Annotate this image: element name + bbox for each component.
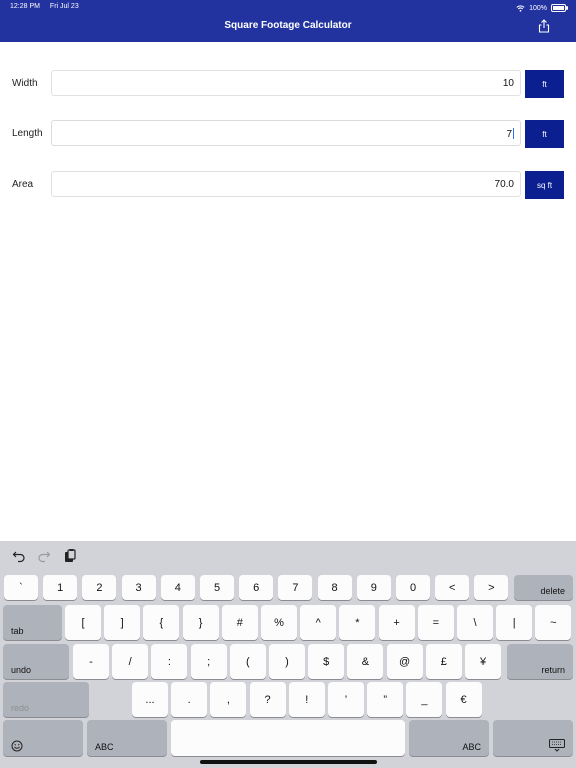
key[interactable]: £ bbox=[425, 644, 462, 679]
key[interactable]: \ bbox=[457, 605, 493, 640]
key[interactable]: ^ bbox=[300, 605, 337, 640]
key[interactable]: 8 bbox=[317, 575, 352, 600]
status-bar: 12:28 PM Fri Jul 23 100% bbox=[10, 3, 568, 13]
key[interactable]: 7 bbox=[278, 575, 313, 600]
length-value: 7 bbox=[506, 129, 512, 140]
width-unit-button[interactable]: ft bbox=[525, 70, 564, 98]
key[interactable]: ` bbox=[4, 575, 38, 600]
paste-icon[interactable] bbox=[63, 549, 77, 563]
key[interactable]: € bbox=[445, 682, 482, 717]
key[interactable]: : bbox=[151, 644, 188, 679]
key[interactable]: + bbox=[378, 605, 415, 640]
area-unit-button[interactable]: sq ft bbox=[525, 171, 564, 199]
abc-key-right[interactable]: ABC bbox=[409, 720, 489, 756]
length-label: Length bbox=[12, 128, 43, 139]
app-header: 12:28 PM Fri Jul 23 100% Square Footage … bbox=[0, 0, 576, 42]
key[interactable]: - bbox=[73, 644, 109, 679]
key[interactable]: ? bbox=[249, 682, 286, 717]
length-value-wrap: 7 bbox=[506, 128, 514, 140]
home-indicator bbox=[200, 760, 377, 764]
battery-percent: 100% bbox=[529, 4, 547, 12]
key[interactable]: ) bbox=[269, 644, 305, 679]
width-value: 10 bbox=[502, 78, 514, 89]
hide-keyboard-key[interactable] bbox=[493, 720, 573, 756]
emoji-icon bbox=[11, 740, 23, 752]
emoji-key[interactable] bbox=[3, 720, 83, 756]
key[interactable]: 0 bbox=[396, 575, 430, 600]
key[interactable]: ; bbox=[190, 644, 227, 679]
share-icon[interactable] bbox=[538, 19, 550, 33]
key[interactable]: 5 bbox=[200, 575, 234, 600]
redo-key[interactable]: redo bbox=[3, 682, 89, 717]
key[interactable]: ! bbox=[288, 682, 325, 717]
key[interactable]: 3 bbox=[121, 575, 156, 600]
width-label: Width bbox=[12, 78, 38, 89]
delete-key[interactable]: delete bbox=[514, 575, 573, 600]
status-time: 12:28 PM bbox=[10, 3, 40, 10]
key[interactable]: [ bbox=[65, 605, 101, 640]
key[interactable]: ~ bbox=[535, 605, 572, 640]
length-row: Length 7 ft bbox=[0, 120, 576, 148]
key[interactable]: # bbox=[221, 605, 258, 640]
key[interactable]: 9 bbox=[356, 575, 391, 600]
keyboard: ` 1 2 3 4 5 6 7 8 9 0 < > delete tab[]{} #% ^ * + = \ | ~ undo -… bbox=[0, 541, 576, 768]
key[interactable]: } bbox=[182, 605, 219, 640]
battery-icon bbox=[551, 4, 568, 12]
key[interactable]: . bbox=[171, 682, 208, 717]
keyboard-toolbar bbox=[0, 541, 576, 571]
key[interactable]: _ bbox=[406, 682, 443, 717]
length-input[interactable]: 7 bbox=[51, 120, 521, 146]
area-value: 70.0 bbox=[494, 179, 514, 190]
key[interactable]: > bbox=[474, 575, 509, 600]
key[interactable]: @ bbox=[386, 644, 423, 679]
key[interactable]: 1 bbox=[43, 575, 78, 600]
undo-key[interactable]: undo bbox=[3, 644, 69, 679]
key[interactable]: { bbox=[143, 605, 180, 640]
key[interactable]: | bbox=[496, 605, 533, 640]
width-input[interactable]: 10 bbox=[51, 70, 521, 96]
area-row: Area 70.0 sq ft bbox=[0, 171, 576, 199]
key[interactable]: ” bbox=[367, 682, 404, 717]
key[interactable]: ( bbox=[229, 644, 266, 679]
width-row: Width 10 ft bbox=[0, 70, 576, 98]
key[interactable]: * bbox=[339, 605, 376, 640]
key[interactable]: $ bbox=[308, 644, 345, 679]
key[interactable]: = bbox=[417, 605, 454, 640]
redo-icon[interactable] bbox=[37, 549, 51, 563]
area-output: 70.0 bbox=[51, 171, 521, 197]
key[interactable]: 4 bbox=[160, 575, 195, 600]
key[interactable]: 6 bbox=[239, 575, 274, 600]
wifi-icon bbox=[516, 4, 525, 12]
key[interactable]: , bbox=[210, 682, 247, 717]
key[interactable]: ¥ bbox=[465, 644, 501, 679]
return-key[interactable]: return bbox=[507, 644, 573, 679]
key[interactable]: ] bbox=[104, 605, 141, 640]
area-label: Area bbox=[12, 179, 34, 190]
page-title: Square Footage Calculator bbox=[224, 20, 352, 31]
battery-fill bbox=[553, 6, 564, 10]
key[interactable]: / bbox=[112, 644, 149, 679]
key[interactable]: ’ bbox=[328, 682, 364, 717]
space-bar[interactable] bbox=[171, 720, 405, 756]
key[interactable]: & bbox=[347, 644, 384, 679]
key[interactable]: 2 bbox=[82, 575, 117, 600]
status-date: Fri Jul 23 bbox=[49, 3, 79, 10]
tab-key[interactable]: tab bbox=[3, 605, 62, 640]
key[interactable]: ... bbox=[132, 682, 168, 717]
key[interactable]: < bbox=[435, 575, 470, 600]
length-unit-button[interactable]: ft bbox=[525, 120, 564, 148]
undo-icon[interactable] bbox=[12, 549, 26, 563]
text-cursor bbox=[513, 128, 514, 139]
keyboard-dismiss-icon bbox=[549, 739, 565, 752]
key[interactable]: % bbox=[261, 605, 297, 640]
abc-key-left[interactable]: ABC bbox=[87, 720, 167, 756]
